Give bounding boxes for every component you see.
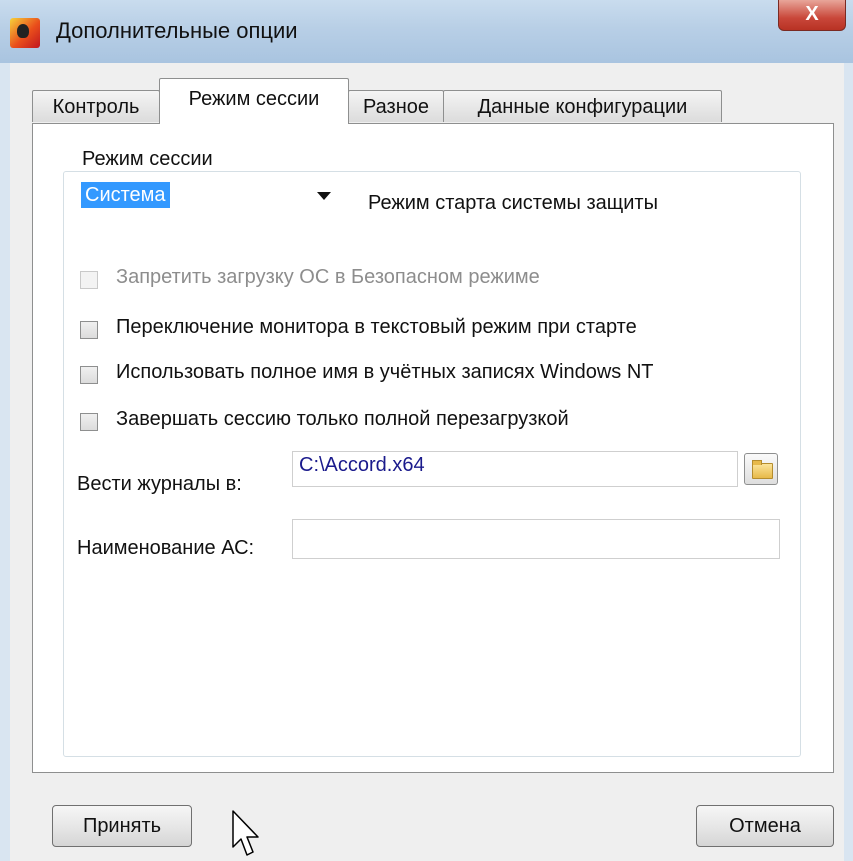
option-text-mode-label[interactable]: Переключение монитора в текстовый режим … (116, 316, 637, 339)
tab-session-mode[interactable]: Режим сессии (159, 78, 349, 124)
as-name-label: Наименование АС: (77, 537, 255, 559)
window-title: Дополнительные опции (56, 18, 298, 43)
browse-folder-button[interactable] (744, 453, 778, 485)
tab-misc[interactable]: Разное (348, 90, 444, 122)
chevron-down-icon[interactable] (317, 192, 331, 200)
checkbox-full-reboot[interactable] (80, 413, 98, 431)
session-group-label: Режим сессии (78, 148, 217, 171)
option-full-nt-name-label[interactable]: Использовать полное имя в учётных запися… (116, 361, 654, 384)
session-mode-description: Режим старта системы защиты (368, 192, 658, 214)
close-button[interactable]: X (778, 0, 846, 31)
session-mode-value: Система (81, 182, 170, 208)
folder-icon (752, 460, 773, 479)
accept-button[interactable]: Принять (52, 805, 192, 847)
tab-config-data[interactable]: Данные конфигурации (443, 90, 722, 122)
session-mode-dropdown[interactable]: Система (77, 178, 339, 212)
app-icon (10, 18, 40, 48)
option-disable-safe-mode-label: Запретить загрузку ОС в Безопасном режим… (116, 266, 540, 288)
cancel-button[interactable]: Отмена (696, 805, 834, 847)
logs-path-field[interactable]: C:\Accord.x64 (292, 451, 738, 487)
logs-path-label: Вести журналы в: (77, 473, 242, 495)
checkbox-text-mode[interactable] (80, 321, 98, 339)
as-name-field[interactable] (292, 519, 780, 559)
checkbox-full-nt-name[interactable] (80, 366, 98, 384)
checkbox-disable-safe-mode (80, 271, 98, 289)
mouse-pointer-icon (232, 810, 259, 856)
tab-control[interactable]: Контроль (32, 90, 160, 122)
title-bar: Дополнительные опции X (0, 0, 853, 64)
option-full-reboot-label[interactable]: Завершать сессию только полной перезагру… (116, 408, 569, 431)
